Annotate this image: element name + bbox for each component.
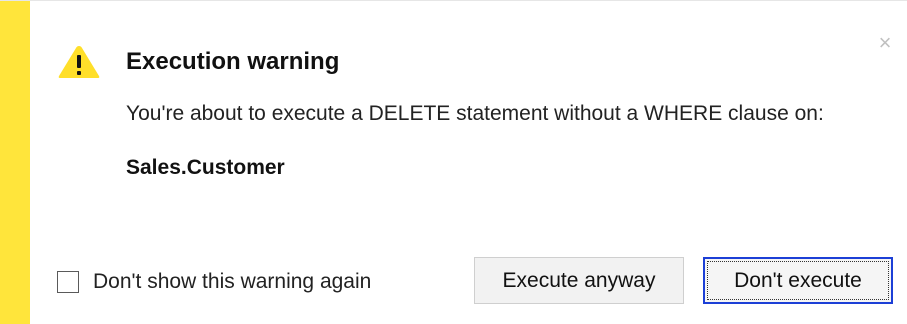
warning-accent-bar <box>0 1 30 324</box>
dont-show-again-label[interactable]: Don't show this warning again <box>93 270 371 294</box>
execute-anyway-button[interactable]: Execute anyway <box>474 257 684 304</box>
execution-warning-dialog: Execution warning × You're about to exec… <box>0 0 907 324</box>
dont-show-again-checkbox[interactable] <box>57 271 79 293</box>
dont-execute-label: Don't execute <box>734 268 862 292</box>
close-icon[interactable]: × <box>873 31 897 55</box>
dont-show-again-option[interactable]: Don't show this warning again <box>57 267 371 297</box>
execute-anyway-label: Execute anyway <box>502 268 656 292</box>
dont-execute-button[interactable]: Don't execute <box>703 257 893 304</box>
warning-triangle-icon <box>57 44 101 80</box>
warning-message: You're about to execute a DELETE stateme… <box>126 102 824 125</box>
dialog-title: Execution warning <box>126 48 340 75</box>
target-object-name: Sales.Customer <box>126 156 285 179</box>
